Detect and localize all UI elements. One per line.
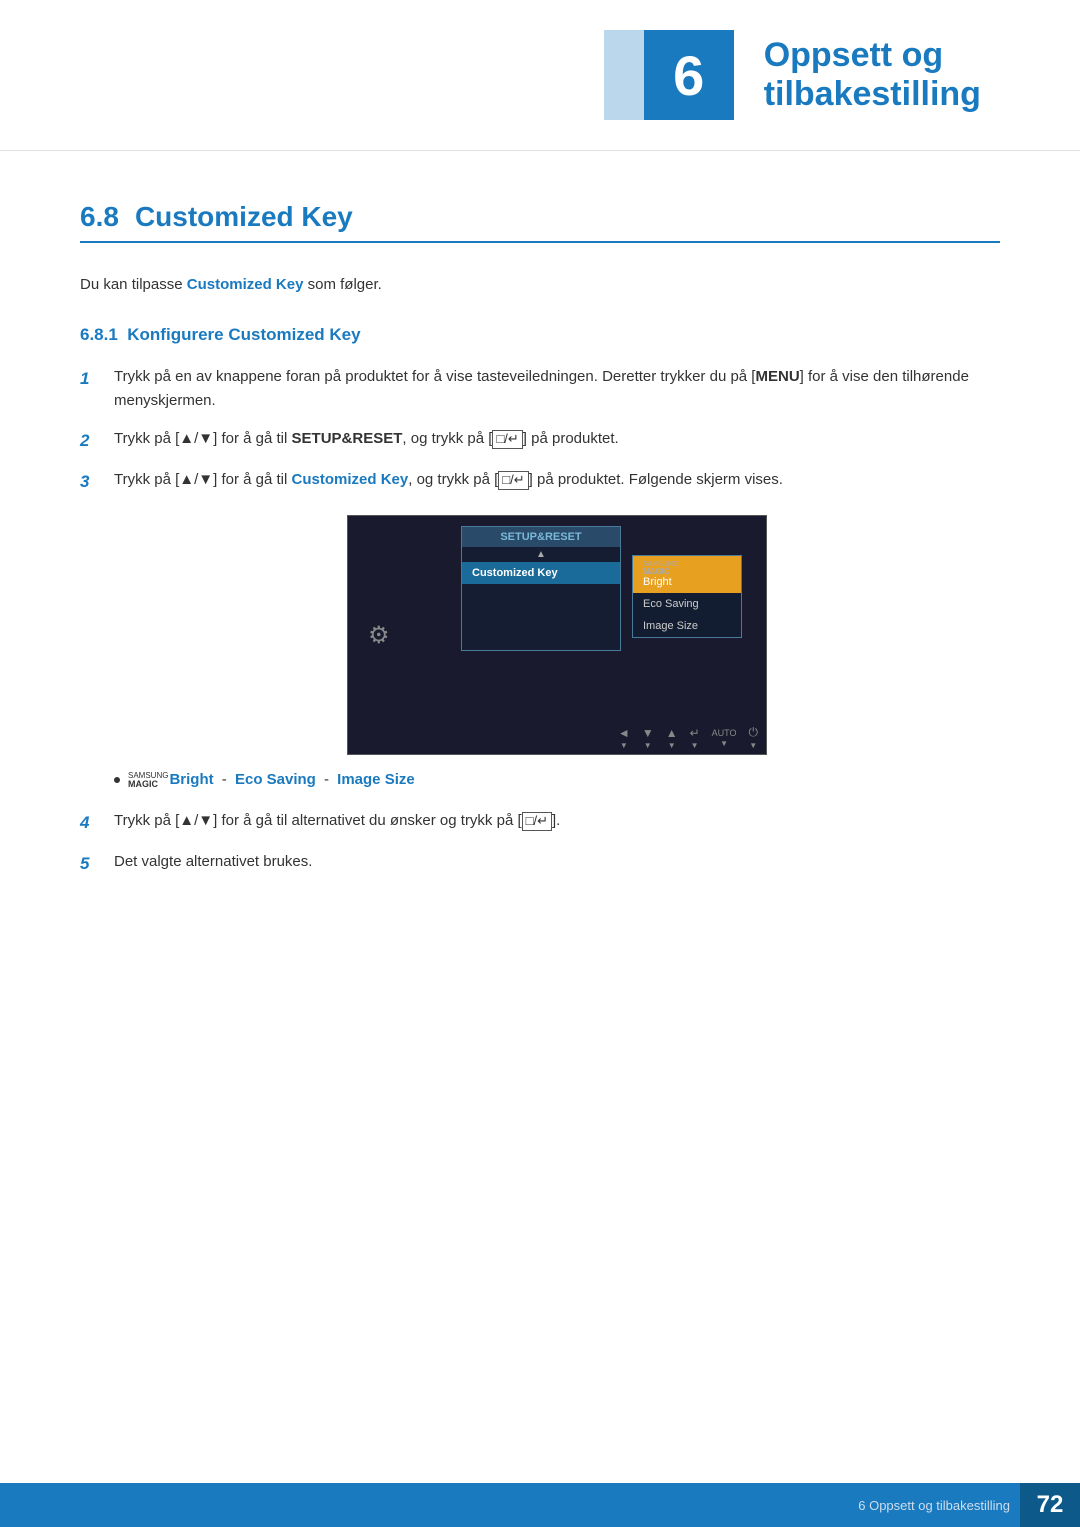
osd-auto-symbol: AUTO (712, 728, 737, 738)
osd-left-label: ▼ (620, 741, 628, 750)
step-5: 5 Det valgte alternativet brukes. (80, 850, 1000, 877)
osd-down-symbol: ▼ (642, 726, 654, 740)
step-4-number: 4 (80, 809, 100, 836)
screenshot-container: ⚙ SETUP&RESET ▲ Customized Key SAMSUNG (114, 515, 1000, 755)
chapter-number-block: 6 (644, 30, 734, 120)
osd-item-empty-2 (462, 606, 620, 628)
chapter-header: 6 Oppsett og tilbakestilling (0, 0, 1080, 151)
osd-submenu: SAMSUNG MAGIC Bright Eco Saving Image Si… (632, 555, 742, 638)
osd-power-label: ▼ (749, 741, 757, 750)
osd-power-symbol: ⏻ (749, 725, 759, 740)
chapter-title: Oppsett og tilbakestilling (764, 36, 1020, 114)
options-bullet-list: SAMSUNG MAGIC Bright - Eco Saving - Imag… (114, 771, 1000, 789)
eco-option: Eco Saving (235, 771, 316, 788)
section-title: Customized Key (135, 201, 353, 233)
osd-menu: SETUP&RESET ▲ Customized Key SAMSUNG MAG… (461, 526, 621, 651)
subsection-number: 6.8.1 (80, 325, 118, 344)
page-footer: 6 Oppsett og tilbakestilling 72 (0, 1483, 1080, 1527)
osd-btn-auto: AUTO ▼ (712, 728, 737, 748)
osd-auto-label: ▼ (720, 739, 728, 748)
step-3-text: Trykk på [▲/▼] for å gå til Customized K… (114, 468, 1000, 492)
section-number: 6.8 (80, 201, 119, 233)
section-heading: 6.8 Customized Key (80, 201, 1000, 243)
main-content: 6.8 Customized Key Du kan tilpasse Custo… (0, 151, 1080, 977)
osd-bottom-bar: ◄ ▼ ▼ ▼ ▲ ▼ ↵ ▼ (348, 725, 766, 750)
steps-list-2: 4 Trykk på [▲/▼] for å gå til alternativ… (80, 809, 1000, 877)
intro-text-after: som følger. (303, 276, 381, 293)
steps-list: 1 Trykk på en av knappene foran på produ… (80, 365, 1000, 495)
sep-2: - (320, 771, 333, 788)
intro-paragraph: Du kan tilpasse Customized Key som følge… (80, 273, 1000, 297)
osd-title: SETUP&RESET (462, 527, 620, 547)
osd-item-empty-3 (462, 628, 620, 650)
osd-btn-power: ⏻ ▼ (749, 725, 759, 750)
osd-item-customized-key: Customized Key (462, 562, 620, 584)
bullet-text-options: SAMSUNG MAGIC Bright - Eco Saving - Imag… (128, 771, 415, 789)
step-4: 4 Trykk på [▲/▼] for å gå til alternativ… (80, 809, 1000, 836)
submenu-magic-bright: SAMSUNG MAGIC Bright (633, 556, 741, 593)
bullet-dot (114, 777, 120, 783)
samsung-magic-inline: SAMSUNG MAGIC (128, 772, 168, 789)
step-2-number: 2 (80, 427, 100, 454)
step-5-text: Det valgte alternativet brukes. (114, 850, 1000, 874)
osd-btn-left: ◄ ▼ (618, 726, 630, 750)
footer-chapter-text: 6 Oppsett og tilbakestilling (0, 1498, 1020, 1513)
settings-gear-icon: ⚙ (368, 621, 396, 649)
osd-btn-up: ▲ ▼ (666, 726, 678, 750)
subsection-heading: 6.8.1 Konfigurere Customized Key (80, 325, 1000, 345)
osd-enter-symbol: ↵ (690, 726, 700, 740)
chapter-number: 6 (673, 43, 704, 108)
osd-up-symbol: ▲ (666, 726, 678, 740)
sm-magic-text: MAGIC (128, 780, 168, 789)
bright-option: Bright (169, 771, 213, 788)
step-5-number: 5 (80, 850, 100, 877)
osd-left-symbol: ◄ (618, 726, 630, 740)
step-3-number: 3 (80, 468, 100, 495)
step-2: 2 Trykk på [▲/▼] for å gå til SETUP&RESE… (80, 427, 1000, 454)
step-1-number: 1 (80, 365, 100, 392)
intro-text-before: Du kan tilpasse (80, 276, 187, 293)
footer-page-box: 72 (1020, 1483, 1080, 1527)
step-4-text: Trykk på [▲/▼] for å gå til alternativet… (114, 809, 1000, 833)
osd-btn-enter: ↵ ▼ (690, 726, 700, 750)
osd-item-empty-1 (462, 584, 620, 606)
osd-arrow-up: ▲ (462, 547, 620, 562)
osd-down-label: ▼ (644, 741, 652, 750)
footer-page-number: 72 (1037, 1491, 1064, 1519)
magic-text: MAGIC (643, 568, 731, 576)
screenshot: ⚙ SETUP&RESET ▲ Customized Key SAMSUNG (347, 515, 767, 755)
step-3: 3 Trykk på [▲/▼] for å gå til Customized… (80, 468, 1000, 495)
intro-bold: Customized Key (187, 276, 304, 293)
bullet-item-options: SAMSUNG MAGIC Bright - Eco Saving - Imag… (114, 771, 1000, 789)
image-option: Image Size (337, 771, 415, 788)
step-1-text: Trykk på en av knappene foran på produkt… (114, 365, 1000, 413)
sep-1: - (218, 771, 231, 788)
step-2-text: Trykk på [▲/▼] for å gå til SETUP&RESET,… (114, 427, 1000, 451)
osd-enter-label: ▼ (691, 741, 699, 750)
step-1: 1 Trykk på en av knappene foran på produ… (80, 365, 1000, 413)
submenu-image-size: Image Size (633, 615, 741, 637)
screenshot-inner: ⚙ SETUP&RESET ▲ Customized Key SAMSUNG (348, 516, 766, 754)
samsung-magic-label: SAMSUNG MAGIC (643, 561, 731, 576)
osd-btn-down: ▼ ▼ (642, 726, 654, 750)
osd-up-label: ▼ (668, 741, 676, 750)
subsection-title: Konfigurere Customized Key (127, 325, 360, 344)
submenu-eco-saving: Eco Saving (633, 593, 741, 615)
